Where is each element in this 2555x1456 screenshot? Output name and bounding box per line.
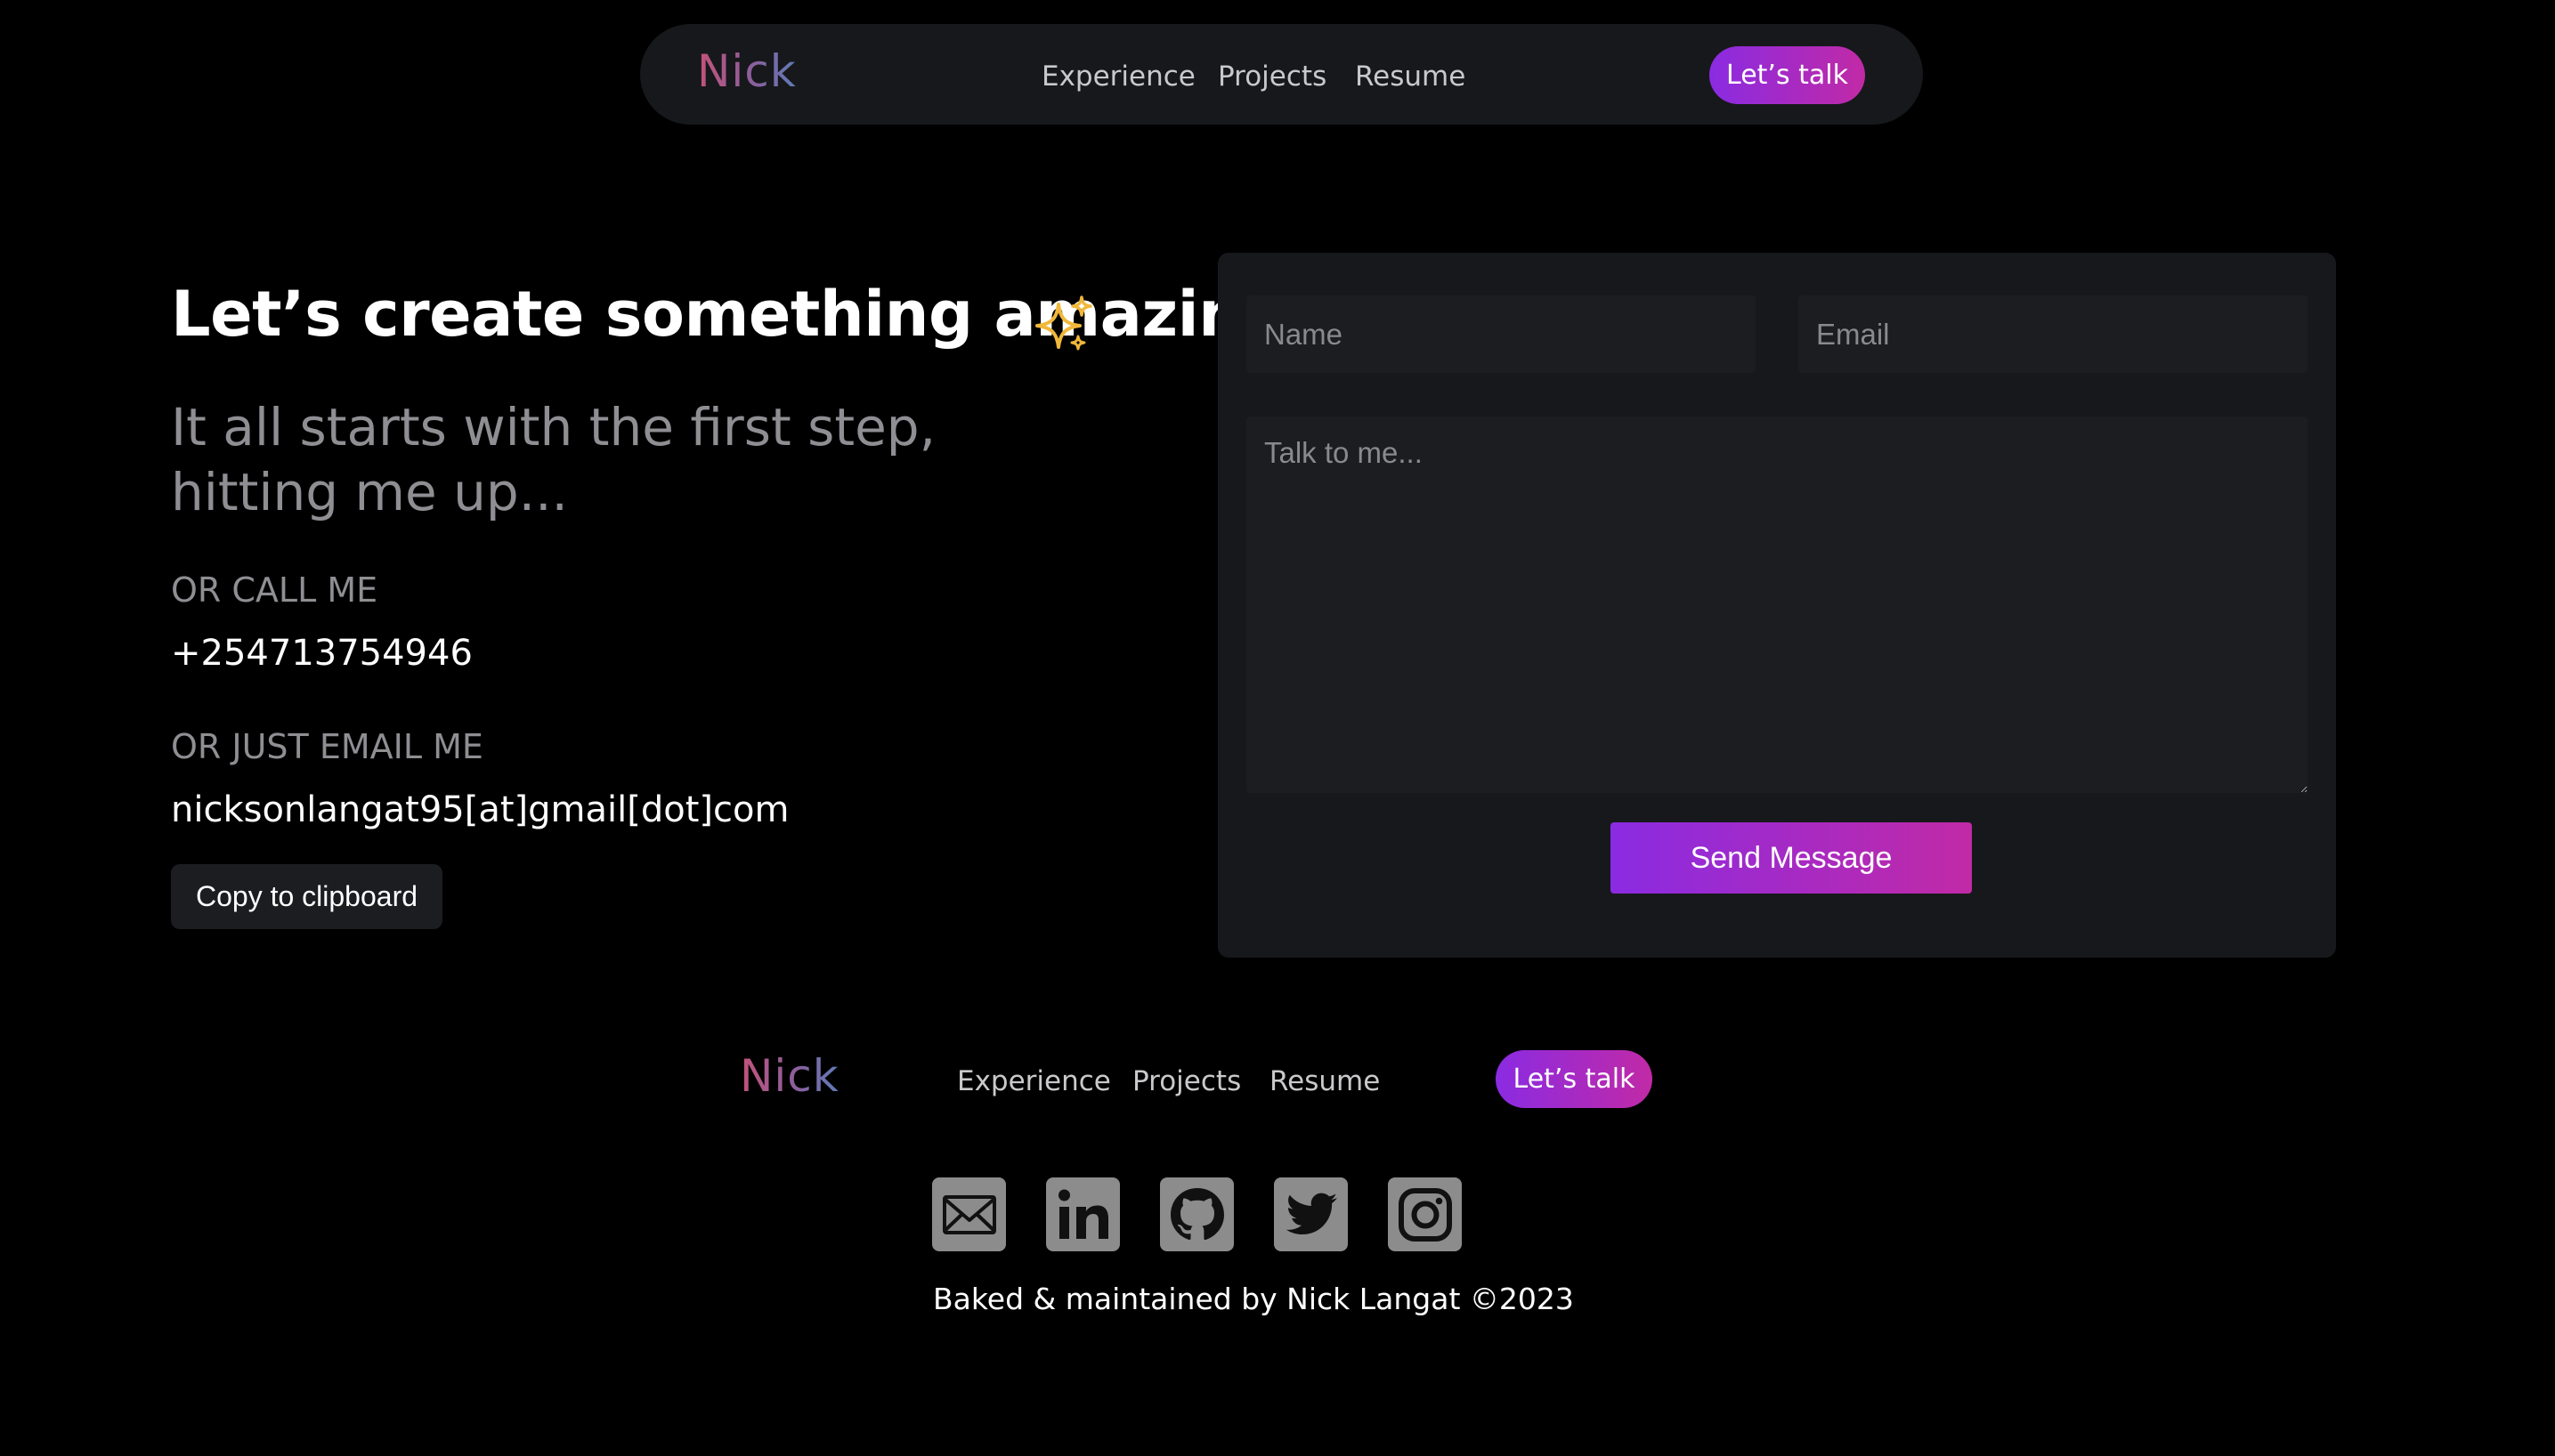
sparkles-icon — [1035, 295, 1094, 354]
footer-link-experience[interactable]: Experience — [957, 1065, 1111, 1097]
github-icon[interactable] — [1160, 1177, 1234, 1251]
name-field[interactable] — [1246, 295, 1756, 373]
footer-lets-talk-button[interactable]: Let’s talk — [1496, 1050, 1652, 1108]
subtitle-line-2: hitting me up... — [171, 462, 568, 522]
nav-link-resume[interactable]: Resume — [1355, 61, 1465, 93]
footer-logo[interactable]: Nick — [740, 1050, 840, 1102]
nav-link-experience[interactable]: Experience — [1042, 61, 1196, 93]
mail-icon[interactable] — [932, 1177, 1006, 1251]
nav-link-projects[interactable]: Projects — [1218, 61, 1326, 93]
email-address[interactable]: nicksonlangat95[at]gmail[dot]com — [171, 789, 789, 830]
footer-credit: Baked & maintained by Nick Langat ©2023 — [933, 1282, 1574, 1316]
footer-link-resume[interactable]: Resume — [1269, 1065, 1380, 1097]
page-title: Let’s create something amazing — [171, 278, 1287, 351]
email-label: OR JUST EMAIL ME — [171, 727, 483, 766]
phone-number[interactable]: +254713754946 — [171, 633, 473, 674]
message-textarea[interactable] — [1246, 417, 2308, 793]
logo[interactable]: Nick — [697, 45, 797, 97]
subtitle-line-1: It all starts with the first step, — [171, 397, 937, 457]
email-field[interactable] — [1798, 295, 2308, 373]
copy-to-clipboard-button[interactable]: Copy to clipboard — [171, 864, 442, 929]
lets-talk-button[interactable]: Let’s talk — [1709, 46, 1865, 104]
instagram-icon[interactable] — [1388, 1177, 1462, 1251]
footer-link-projects[interactable]: Projects — [1132, 1065, 1241, 1097]
send-message-button[interactable]: Send Message — [1610, 822, 1972, 894]
call-label: OR CALL ME — [171, 570, 378, 610]
twitter-icon[interactable] — [1274, 1177, 1348, 1251]
top-navbar: Nick Experience Projects Resume Let’s ta… — [640, 24, 1923, 125]
contact-form-card: Send Message — [1218, 253, 2336, 958]
linkedin-icon[interactable] — [1046, 1177, 1120, 1251]
